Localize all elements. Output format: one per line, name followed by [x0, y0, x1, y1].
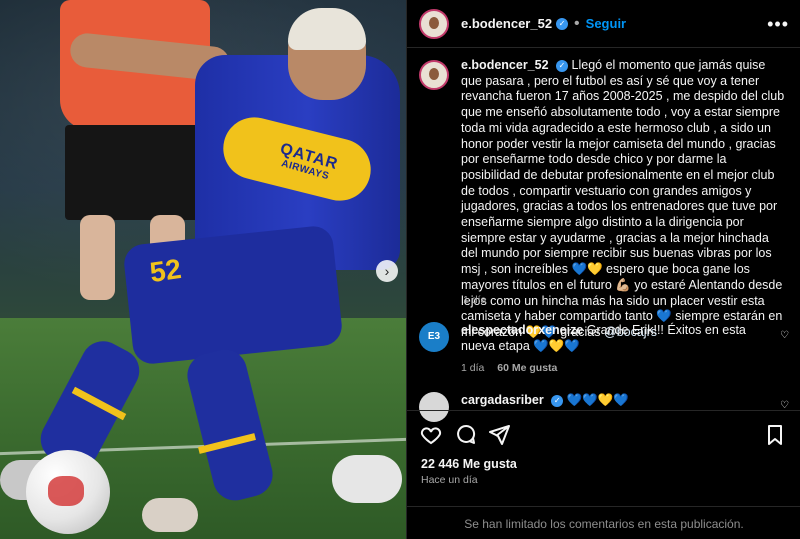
save-bookmark-icon[interactable] [763, 423, 787, 447]
author-username[interactable]: e.bodencer_52 [461, 16, 552, 31]
jersey-number: 52 [147, 252, 184, 289]
post-time: Hace un día [421, 474, 478, 486]
comment-likes[interactable]: 60 Me gusta [497, 362, 557, 374]
more-options-icon[interactable]: ••• [767, 14, 789, 35]
post-sidebar: e.bodencer_52 ✓ • Seguir ••• e.bodencer_… [406, 0, 800, 539]
separator-dot: • [574, 14, 580, 32]
verified-badge-icon: ✓ [551, 394, 564, 407]
verified-badge-icon: ✓ [556, 59, 569, 72]
post-image[interactable]: QATAR AIRWAYS 52 › [0, 0, 406, 539]
comment-username[interactable]: cargadasriber [461, 393, 544, 407]
instagram-post-view: QATAR AIRWAYS 52 › e.bodencer_52 ✓ • Seg… [0, 0, 800, 539]
author-avatar[interactable] [419, 8, 449, 39]
football [26, 450, 110, 534]
comment-username[interactable]: elespectadorxeneize [461, 323, 583, 337]
verified-badge-icon: ✓ [556, 17, 569, 30]
comment-avatar[interactable]: E3 [419, 322, 449, 352]
opponent-boot [332, 455, 402, 503]
post-actions: 22 446 Me gusta Hace un día Se han limit… [407, 410, 800, 539]
comment-bubble-icon[interactable] [453, 423, 477, 447]
comment-like-icon[interactable]: ♡ [780, 330, 789, 341]
like-heart-icon[interactable] [419, 423, 443, 447]
comment-time: 1 día [461, 362, 485, 374]
caption-time: 1 día [463, 294, 487, 306]
likes-count[interactable]: 22 446 Me gusta [421, 457, 517, 471]
comment-item: E3 elespectadorxeneize Grande Erik!!! Éx… [419, 322, 789, 376]
caption-username[interactable]: e.bodencer_52 [461, 58, 549, 72]
share-send-icon[interactable] [487, 423, 511, 447]
comment-text: 💙💙💛💙 [566, 393, 629, 407]
caption-avatar[interactable] [419, 60, 449, 90]
caption-body: Llegó el momento que jamás quise que pas… [461, 58, 785, 339]
next-image-button[interactable]: › [376, 260, 398, 282]
comments-limited-notice: Se han limitado los comentarios en esta … [407, 506, 800, 539]
caption-text: e.bodencer_52 ✓ Llegó el momento que jam… [461, 58, 786, 341]
post-header: e.bodencer_52 ✓ • Seguir ••• [407, 0, 800, 48]
follow-button[interactable]: Seguir [586, 16, 626, 31]
